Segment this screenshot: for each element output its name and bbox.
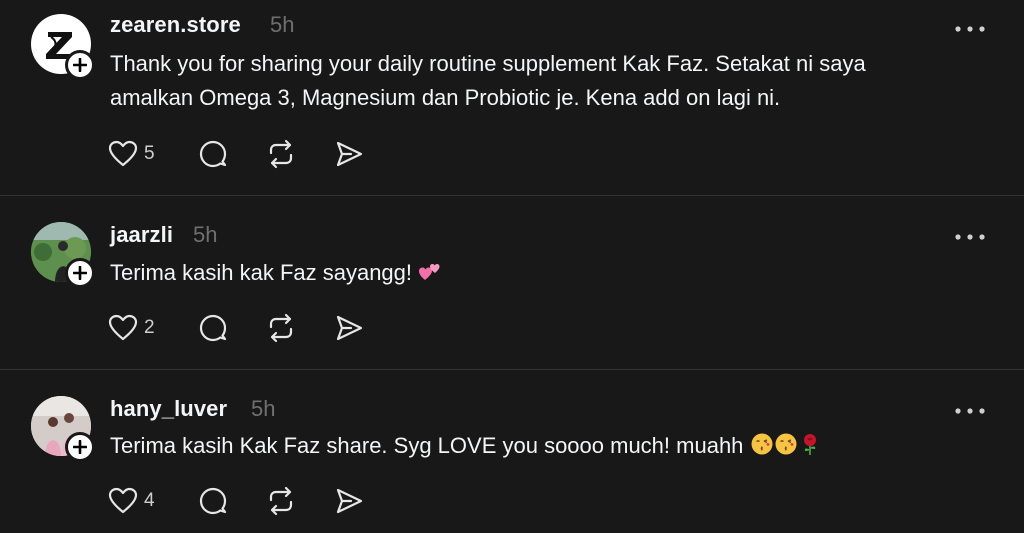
- comment-button[interactable]: [198, 485, 228, 517]
- post-text-line: Thank you for sharing your daily routine…: [110, 51, 866, 76]
- comment-icon[interactable]: [198, 486, 228, 516]
- repost-icon[interactable]: [266, 486, 296, 516]
- repost-button[interactable]: [266, 485, 296, 517]
- share-button[interactable]: [334, 312, 364, 344]
- share-button[interactable]: [334, 485, 364, 517]
- kissing-face-emoji: [775, 433, 797, 455]
- comment-button[interactable]: [198, 312, 228, 344]
- reply-post: zearen.store 5h Thank you for sharing yo…: [0, 0, 1024, 196]
- post-text-line: Terima kasih kak Faz sayangg!: [110, 260, 413, 285]
- replies-feed: zearen.store 5h Thank you for sharing yo…: [0, 0, 1024, 533]
- like-button[interactable]: 2: [108, 312, 155, 344]
- comment-icon[interactable]: [198, 313, 228, 343]
- repost-button[interactable]: [266, 138, 296, 170]
- share-icon[interactable]: [334, 313, 364, 343]
- heart-icon[interactable]: [108, 314, 138, 342]
- like-count: 4: [144, 490, 155, 511]
- action-bar: 4: [108, 485, 408, 517]
- reply-post: hany_luver 5h Terima kasih Kak Faz share…: [0, 370, 1024, 533]
- username[interactable]: jaarzli: [110, 222, 173, 248]
- follow-plus-icon[interactable]: [65, 258, 95, 288]
- timestamp: 5h: [251, 396, 276, 421]
- avatar-container[interactable]: [31, 222, 95, 288]
- avatar-container[interactable]: [31, 14, 95, 80]
- kissing-face-emoji: [751, 433, 773, 455]
- repost-button[interactable]: [266, 312, 296, 344]
- username[interactable]: zearen.store: [110, 12, 241, 38]
- post-text-line: amalkan Omega 3, Magnesium dan Probiotic…: [110, 85, 781, 110]
- reply-post: jaarzli 5h Terima kasih kak Faz sayangg!…: [0, 196, 1024, 370]
- timestamp: 5h: [270, 12, 295, 37]
- heart-icon[interactable]: [108, 487, 138, 515]
- share-icon[interactable]: [334, 486, 364, 516]
- comment-icon[interactable]: [198, 139, 228, 169]
- action-bar: 5: [108, 138, 408, 170]
- comment-button[interactable]: [198, 138, 228, 170]
- rose-emoji: [803, 434, 816, 455]
- more-icon[interactable]: [954, 229, 986, 240]
- like-button[interactable]: 5: [108, 138, 155, 170]
- timestamp: 5h: [193, 222, 218, 247]
- avatar-container[interactable]: [31, 396, 95, 462]
- username[interactable]: hany_luver: [110, 396, 227, 422]
- heart-icon[interactable]: [108, 140, 138, 168]
- like-count: 2: [144, 317, 155, 338]
- post-text: Terima kasih Kak Faz share. Syg LOVE you…: [110, 429, 990, 463]
- like-count: 5: [144, 143, 155, 164]
- post-text: Thank you for sharing your daily routine…: [110, 47, 990, 115]
- repost-icon[interactable]: [266, 139, 296, 169]
- follow-plus-icon[interactable]: [65, 432, 95, 462]
- share-button[interactable]: [334, 138, 364, 170]
- post-text-line: Terima kasih Kak Faz share. Syg LOVE you…: [110, 433, 744, 458]
- more-icon[interactable]: [954, 21, 986, 32]
- repost-icon[interactable]: [266, 313, 296, 343]
- like-button[interactable]: 4: [108, 485, 155, 517]
- post-text: Terima kasih kak Faz sayangg!: [110, 256, 990, 290]
- follow-plus-icon[interactable]: [65, 50, 95, 80]
- action-bar: 2: [108, 312, 408, 344]
- more-icon[interactable]: [954, 403, 986, 414]
- share-icon[interactable]: [334, 139, 364, 169]
- two-hearts-emoji: [419, 264, 440, 280]
